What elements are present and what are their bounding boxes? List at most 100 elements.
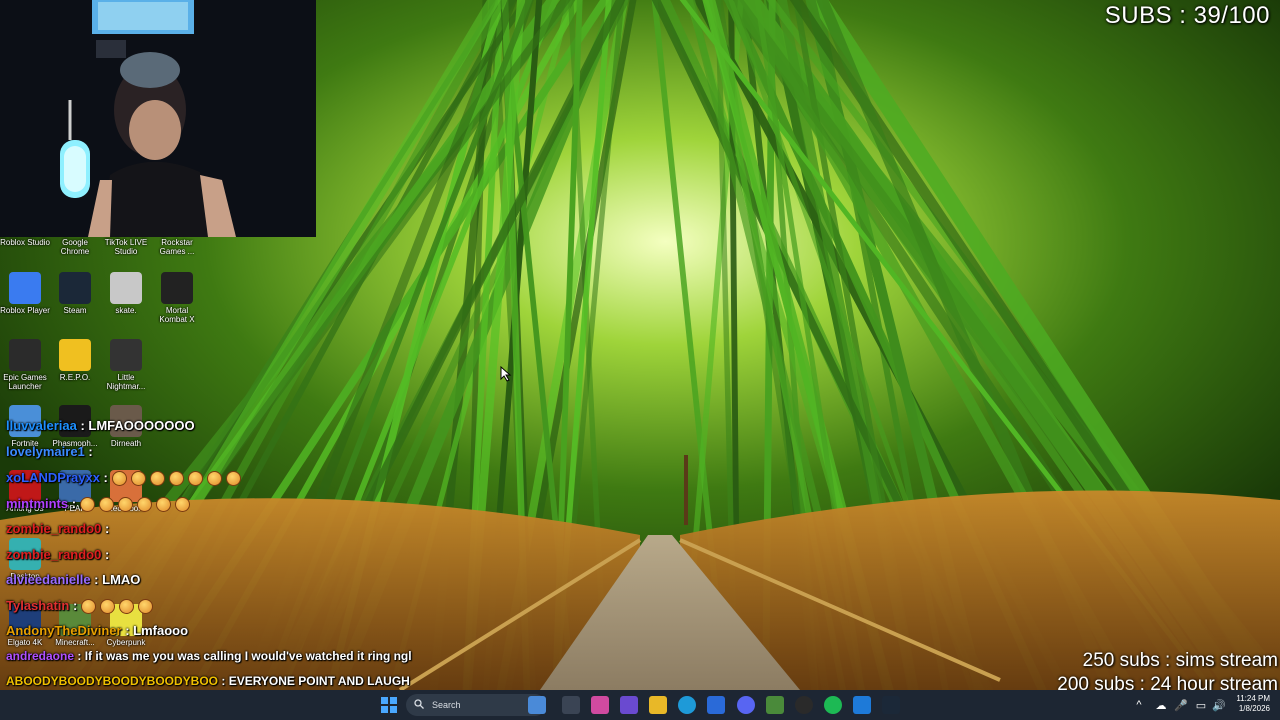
desktop-icon[interactable]: TikTok LIVE Studio <box>101 238 151 256</box>
chat-text: LMAO <box>102 572 141 587</box>
chat-message: zombie_rando0 : <box>6 547 109 562</box>
chat-emote-icon <box>155 497 171 513</box>
chat-emote-icon <box>79 497 95 513</box>
desktop-icon[interactable]: Little Nightmar... <box>101 339 151 391</box>
chat-emote-icon <box>98 497 114 513</box>
steam-taskbar-icon[interactable] <box>882 696 900 714</box>
chat-emote-icon <box>136 497 152 513</box>
little-nightmares-icon <box>110 339 142 371</box>
chat-separator: : <box>101 521 110 536</box>
roblox-player-icon <box>9 272 41 304</box>
desktop-icon-label: Roblox Studio <box>0 238 50 247</box>
desktop-icon[interactable]: skate. <box>101 272 151 315</box>
desktop-icon[interactable]: Roblox Studio <box>0 238 50 247</box>
chat-message: mintmints : <box>6 496 194 513</box>
skate-icon <box>110 272 142 304</box>
clock-date: 1/8/2026 <box>1238 704 1270 713</box>
chat-username: mintmints <box>6 496 69 511</box>
desktop-icon[interactable]: Steam <box>50 272 100 315</box>
chat-message: alvieedanielle : LMAO <box>6 572 140 587</box>
chat-emote-icon <box>137 599 153 615</box>
chat-emote-icon <box>80 599 96 615</box>
mouse-cursor-icon <box>500 365 512 387</box>
teams-icon[interactable] <box>620 696 638 714</box>
chat-separator: : <box>99 470 112 485</box>
desktop-icon-label: Steam <box>63 306 87 315</box>
task-view-icon[interactable] <box>562 696 580 714</box>
chat-username: zombie_rando0 <box>6 521 102 536</box>
desktop-icon[interactable]: R.E.P.O. <box>50 339 100 382</box>
discord-icon[interactable] <box>737 696 755 714</box>
chat-message: lluvvaleriaa : LMFAOOOOOOO <box>6 418 195 433</box>
chat-message: xoLANDPrayxx : <box>6 470 245 487</box>
chat-separator: : <box>76 418 89 433</box>
desktop-icon-label: Epic Games Launcher <box>3 373 47 391</box>
minecraft-launcher-icon[interactable] <box>766 696 784 714</box>
chat-text: EVERYONE POINT AND LAUGH <box>228 674 410 688</box>
desktop-icon-label: TikTok LIVE Studio <box>104 238 148 256</box>
taskbar-search-input[interactable]: Search <box>406 694 546 716</box>
desktop-icon-label: Roblox Player <box>0 306 50 315</box>
file-explorer-icon[interactable] <box>649 696 667 714</box>
clock-time: 11:24 PM <box>1236 694 1270 703</box>
network-icon[interactable]: ☁ <box>1152 696 1170 714</box>
taskbar-clock[interactable]: 11:24 PM 1/8/2026 <box>1236 694 1270 714</box>
chat-message: zombie_rando0 : <box>6 521 109 536</box>
desktop-icon-label: Cyberpunk <box>106 638 146 647</box>
desktop-icon-label: Dirneath <box>110 439 142 448</box>
chat-username: alvieedanielle <box>6 572 91 587</box>
chevron-up-icon[interactable]: ^ <box>1130 696 1148 714</box>
obs-icon[interactable] <box>795 696 813 714</box>
chat-emote-icon <box>118 599 134 615</box>
store-icon[interactable] <box>707 696 725 714</box>
desktop-icon-label: Minecraft... <box>55 638 95 647</box>
chat-emote-icon <box>174 497 190 513</box>
desktop-icon-label: Mortal Kombat X <box>159 306 195 324</box>
spotify-icon[interactable] <box>824 696 842 714</box>
chat-separator: : <box>101 547 110 562</box>
search-placeholder: Search <box>432 700 461 710</box>
chat-emote-icon <box>168 471 184 487</box>
desktop-icon[interactable]: Google Chrome <box>50 238 100 256</box>
desktop-icon[interactable]: Roblox Player <box>0 272 50 315</box>
taskbar: Search ^ ☁ 🎤 ▭ 🔊 11:24 PM 1/8/2026 <box>0 690 1280 720</box>
desktop-icon-label: R.E.P.O. <box>59 373 91 382</box>
chat-message: andredaone : If it was me you was callin… <box>6 649 412 663</box>
desktop-icon[interactable]: Rockstar Games ... <box>152 238 202 256</box>
chat-message: ABOODYBOODYBOODYBOODYBOO : EVERYONE POIN… <box>6 674 410 688</box>
widget-icon[interactable] <box>528 696 546 714</box>
chat-text: If it was me you was calling I would've … <box>84 649 412 663</box>
chat-emote-icon <box>111 471 127 487</box>
chat-username: andredaone <box>6 649 75 663</box>
desktop-icon-label: Elgato 4K <box>7 638 43 647</box>
chat-emote-icon <box>99 599 115 615</box>
microphone-icon[interactable]: 🎤 <box>1172 696 1190 714</box>
chat-message: Tylashatin : <box>6 598 157 615</box>
edge-icon[interactable] <box>678 696 696 714</box>
search-icon <box>414 699 424 711</box>
windows-start-icon[interactable] <box>380 696 398 714</box>
chat-emote-icon <box>130 471 146 487</box>
chat-username: AndonyTheDiviner <box>6 623 122 638</box>
photos-icon[interactable] <box>853 696 871 714</box>
chat-username: xoLANDPrayxx <box>6 470 100 485</box>
chat-separator: : <box>74 649 85 663</box>
chat-text: LMFAOOOOOOO <box>88 418 195 433</box>
webcam-overlay <box>0 0 316 237</box>
copilot-icon[interactable] <box>591 696 609 714</box>
desktop-icon[interactable]: Mortal Kombat X <box>152 272 202 324</box>
chat-message: lovelymaire1 : <box>6 444 93 459</box>
desktop-icon-label: Rockstar Games ... <box>159 238 195 256</box>
desktop-icon[interactable]: Epic Games Launcher <box>0 339 50 391</box>
chat-text: Lmfaooo <box>133 623 189 638</box>
chat-emote-icon <box>187 471 203 487</box>
chat-username: lovelymaire1 <box>6 444 85 459</box>
chat-emote-icon <box>225 471 241 487</box>
chat-separator: : <box>218 674 229 688</box>
chat-separator: : <box>68 496 80 511</box>
wifi-icon[interactable]: ▭ <box>1192 696 1210 714</box>
volume-icon[interactable]: 🔊 <box>1210 696 1228 714</box>
chat-emote-icon <box>206 471 222 487</box>
chat-username: ABOODYBOODYBOODYBOODYBOO <box>6 674 219 688</box>
chat-separator: : <box>69 598 81 613</box>
